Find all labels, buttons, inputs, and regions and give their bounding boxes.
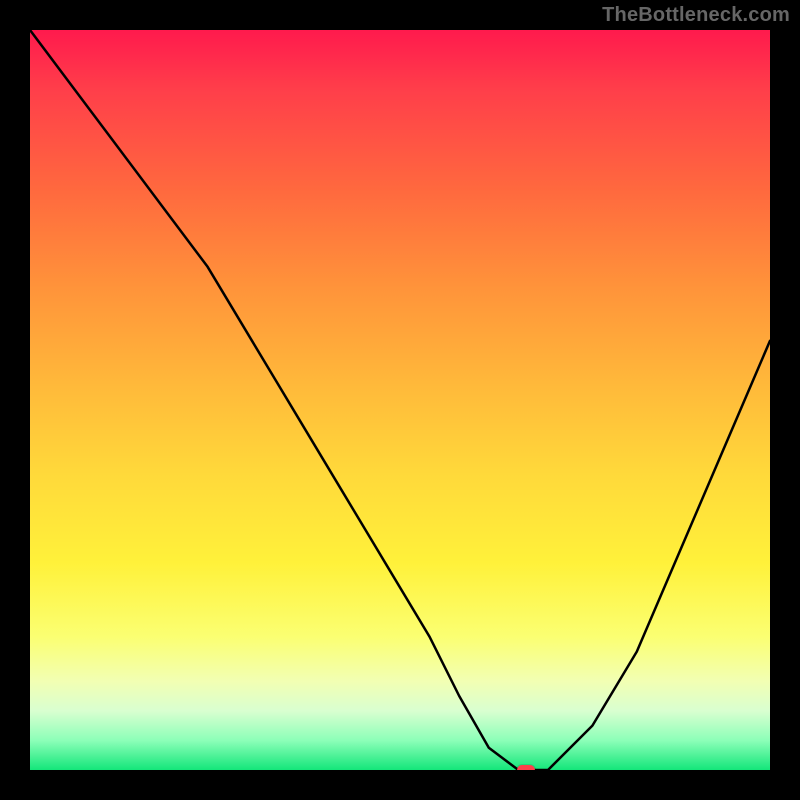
minimum-marker <box>517 765 535 770</box>
plot-area <box>30 30 770 770</box>
watermark-text: TheBottleneck.com <box>602 4 790 27</box>
chart-frame: TheBottleneck.com <box>0 0 800 800</box>
line-curve <box>30 30 770 770</box>
